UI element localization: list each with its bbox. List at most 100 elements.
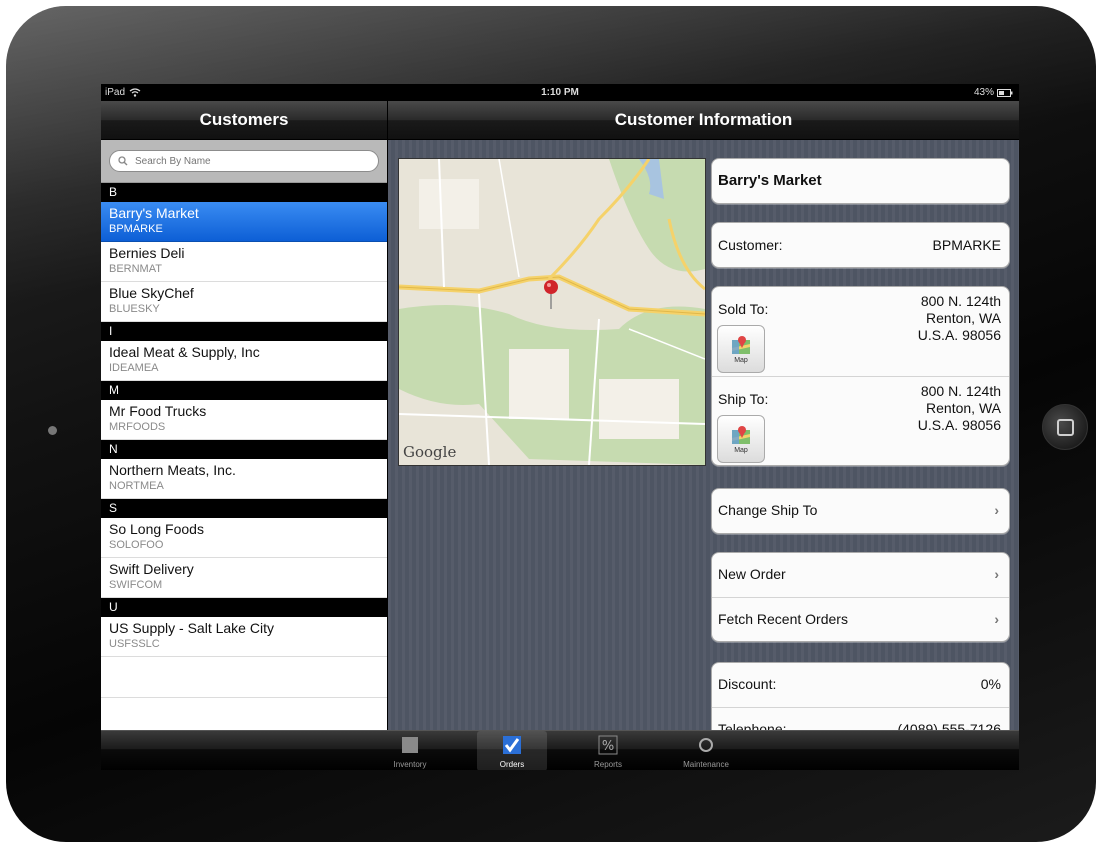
customer-detail: Google Barry's Market Customer: BPMARKE … bbox=[388, 140, 1019, 730]
map-pin-icon bbox=[732, 336, 750, 354]
tab-orders[interactable]: Orders bbox=[477, 731, 547, 770]
section-header-s: S bbox=[101, 499, 387, 518]
map-graphic bbox=[399, 159, 705, 465]
customer-code: MRFOODS bbox=[109, 421, 166, 433]
customer-info-title: Customer Information bbox=[614, 110, 793, 129]
search-field[interactable] bbox=[109, 150, 379, 172]
customers-nav-bar: Customers bbox=[101, 101, 388, 140]
section-header-n: N bbox=[101, 440, 387, 459]
customer-row-ideal-meat[interactable]: Ideal Meat & Supply, Inc IDEAMEA bbox=[101, 341, 387, 381]
fetch-recent-orders-label: Fetch Recent Orders bbox=[718, 611, 848, 627]
home-button[interactable] bbox=[1042, 404, 1088, 450]
tab-bar: Inventory Orders % Reports Maintenance bbox=[101, 730, 1019, 770]
section-header-b: B bbox=[101, 183, 387, 202]
tab-reports-label: Reports bbox=[593, 760, 622, 769]
search-icon bbox=[118, 156, 128, 166]
customer-code: IDEAMEA bbox=[109, 362, 159, 374]
ship-to-label: Ship To: bbox=[718, 391, 769, 407]
customer-name-card: Barry's Market bbox=[711, 158, 1010, 204]
customer-row-swift-delivery[interactable]: Swift Delivery SWIFCOM bbox=[101, 558, 387, 598]
inventory-box-icon bbox=[402, 737, 418, 753]
customer-name: Mr Food Trucks bbox=[109, 403, 207, 419]
customer-map[interactable]: Google bbox=[398, 158, 706, 466]
customer-name: Swift Delivery bbox=[109, 561, 194, 577]
battery-icon bbox=[997, 88, 1013, 97]
customer-code-cell: Customer: BPMARKE bbox=[712, 223, 1009, 267]
customer-code: USFSSLC bbox=[109, 638, 160, 650]
change-ship-to-button[interactable]: Change Ship To › bbox=[712, 489, 1009, 533]
sold-to-map-label: Map bbox=[734, 357, 748, 364]
customer-row-northern-meats[interactable]: Northern Meats, Inc. NORTMEA bbox=[101, 459, 387, 499]
account-card: Discount: 0% Telephone: (4089) 555-7126 bbox=[711, 662, 1010, 730]
status-time: 1:10 PM bbox=[541, 87, 579, 98]
chevron-right-icon: › bbox=[994, 611, 999, 627]
change-ship-to-label: Change Ship To bbox=[718, 502, 818, 518]
customer-row-barrys-market[interactable]: Barry's Market BPMARKE bbox=[101, 202, 387, 242]
customer-name: Northern Meats, Inc. bbox=[109, 462, 236, 478]
discount-cell: Discount: 0% bbox=[712, 663, 1009, 708]
discount-value: 0% bbox=[980, 676, 1001, 692]
new-order-button[interactable]: New Order › bbox=[712, 553, 1009, 598]
customer-name: Barry's Market bbox=[109, 205, 199, 221]
ship-to-map-label: Map bbox=[734, 447, 748, 454]
customer-name: So Long Foods bbox=[109, 521, 204, 537]
ship-to-cell: Ship To: 800 N. 124th Renton, WA U.S.A. … bbox=[712, 377, 1009, 465]
search-bar bbox=[101, 140, 387, 183]
customer-name-heading: Barry's Market bbox=[718, 172, 822, 189]
discount-label: Discount: bbox=[718, 676, 777, 692]
tab-inventory[interactable]: Inventory bbox=[375, 731, 445, 770]
fetch-recent-orders-button[interactable]: Fetch Recent Orders › bbox=[712, 598, 1009, 641]
customer-row-us-supply[interactable]: US Supply - Salt Lake City USFSSLC bbox=[101, 617, 387, 657]
customer-code: SWIFCOM bbox=[109, 579, 163, 591]
checkmark-icon bbox=[503, 736, 521, 754]
customer-name: Ideal Meat & Supply, Inc bbox=[109, 344, 260, 360]
section-header-i: I bbox=[101, 322, 387, 341]
customer-code: SOLOFOO bbox=[109, 539, 164, 551]
status-bar: iPad 1:10 PM 43% bbox=[101, 84, 1019, 101]
ship-to-map-button[interactable]: Map bbox=[717, 415, 765, 463]
camera-icon bbox=[48, 426, 57, 435]
customer-value: BPMARKE bbox=[932, 237, 1001, 253]
customer-row-bernies-deli[interactable]: Bernies Deli BERNMAT bbox=[101, 242, 387, 282]
customer-code: BPMARKE bbox=[109, 223, 163, 235]
map-pin-icon bbox=[732, 426, 750, 444]
section-header-u: U bbox=[101, 598, 387, 617]
customers-title: Customers bbox=[199, 110, 289, 129]
sold-to-line1: 800 N. 124th bbox=[920, 293, 1001, 309]
customer-row-mr-food-trucks[interactable]: Mr Food Trucks MRFOODS bbox=[101, 400, 387, 440]
ship-to-line3: U.S.A. 98056 bbox=[917, 417, 1001, 433]
customer-row-so-long-foods[interactable]: So Long Foods SOLOFOO bbox=[101, 518, 387, 558]
telephone-cell: Telephone: (4089) 555-7126 bbox=[712, 708, 1009, 730]
customer-name: Blue SkyChef bbox=[109, 285, 194, 301]
customer-code-card: Customer: BPMARKE bbox=[711, 222, 1010, 268]
customer-code: NORTMEA bbox=[109, 480, 164, 492]
customer-list[interactable]: B Barry's Market BPMARKE Bernies Deli BE… bbox=[101, 140, 387, 730]
battery-percent: 43% bbox=[973, 87, 994, 98]
tab-reports[interactable]: % Reports bbox=[573, 731, 643, 770]
telephone-value: (4089) 555-7126 bbox=[897, 721, 1001, 730]
tab-maintenance[interactable]: Maintenance bbox=[671, 731, 741, 770]
sold-to-map-button[interactable]: Map bbox=[717, 325, 765, 373]
new-order-label: New Order bbox=[718, 566, 786, 582]
ship-to-line2: Renton, WA bbox=[926, 400, 1001, 416]
customer-code: BERNMAT bbox=[109, 263, 162, 275]
chevron-right-icon: › bbox=[994, 502, 999, 518]
circle-icon bbox=[699, 738, 713, 752]
sold-to-cell: Sold To: 800 N. 124th Renton, WA U.S.A. … bbox=[712, 287, 1009, 377]
ship-to-address: 800 N. 124th Renton, WA U.S.A. 98056 bbox=[918, 383, 1001, 434]
map-provider-logo: Google bbox=[403, 443, 457, 461]
empty-row bbox=[101, 657, 387, 698]
percent-icon: % bbox=[598, 735, 618, 755]
svg-text:%: % bbox=[602, 739, 614, 754]
customer-code: BLUESKY bbox=[109, 303, 160, 315]
customer-row-blue-skychef[interactable]: Blue SkyChef BLUESKY bbox=[101, 282, 387, 322]
customer-name: Bernies Deli bbox=[109, 245, 185, 261]
telephone-label: Telephone: bbox=[718, 721, 787, 730]
sold-to-line2: Renton, WA bbox=[926, 310, 1001, 326]
empty-row bbox=[101, 698, 387, 730]
search-input[interactable] bbox=[133, 154, 337, 168]
tab-orders-label: Orders bbox=[499, 760, 525, 769]
address-card: Sold To: 800 N. 124th Renton, WA U.S.A. … bbox=[711, 286, 1010, 466]
sold-to-label: Sold To: bbox=[718, 301, 769, 317]
sold-to-address: 800 N. 124th Renton, WA U.S.A. 98056 bbox=[918, 293, 1001, 344]
